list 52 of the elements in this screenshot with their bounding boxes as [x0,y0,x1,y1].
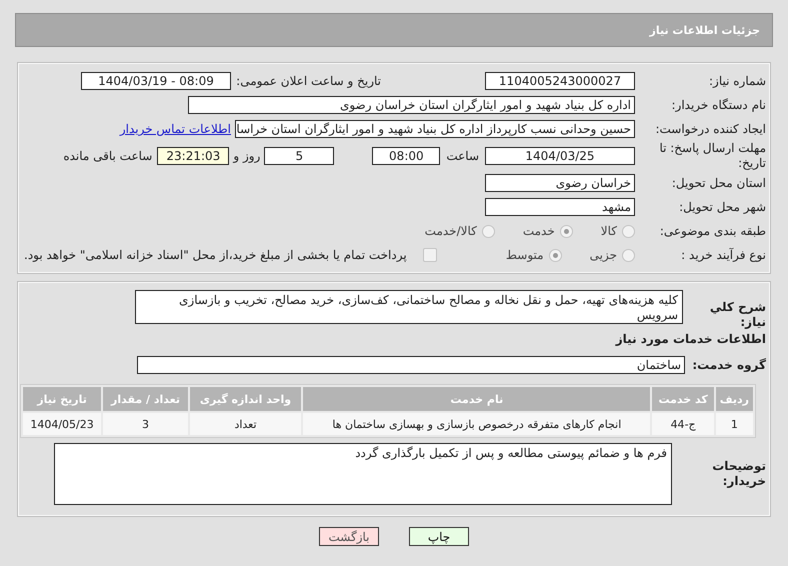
table-cell: 1404/05/23 [23,413,102,435]
column-header: کد خدمت [652,387,714,411]
deadline-date-field: 1404/03/25 [485,147,635,165]
page-title: جزئیات اطلاعات نیاز [15,13,773,47]
section-heading: اطلاعات خدمات مورد نیاز [614,332,767,346]
column-header: ردیف [716,387,753,411]
column-header: نام خدمت [303,387,650,411]
back-button[interactable]: بازگشت [319,527,379,546]
city-field: مشهد [485,198,635,216]
table-cell: 3 [103,413,188,435]
service-group-field: ساختمان [137,356,685,374]
remaining-time-field: 23:21:03 [157,147,230,165]
field-label: توضیحات خریدار: [711,459,767,489]
time-label: ساعت [446,149,479,163]
contact-link[interactable]: اطلاعات تماس خریدار [120,122,231,136]
field-label: گروه خدمت: [691,358,767,372]
column-header: واحد اندازه گیری [190,387,302,411]
field-label: نام دستگاه خریدار: [670,98,767,112]
province-field: خراسان رضوی [485,174,635,192]
description-box: کلیه هزینه‌های تهیه، حمل و نقل نخاله و مصالح ساختمانی، کف‌سازی، خرید مصالح، تخریب و بازسازی سرویس [135,290,683,324]
field-label: مهلت ارسال پاسخ: تا تاریخ: [658,141,767,171]
days-label: روز و [233,149,260,163]
column-header: تعداد / مقدار [103,387,188,411]
field-label: ایجاد کننده درخواست: [654,122,767,136]
field-label: شماره نیاز: [708,74,767,88]
buyer-notes-box: فرم ها و ضمائم پیوستی مطالعه و پس از تکمیل بارگذاری گردد [54,443,672,505]
category-radio[interactable]: خدمت [522,224,573,238]
remaining-label: ساعت باقی مانده [63,149,152,163]
category-radio[interactable]: کالا/خدمت [424,224,495,238]
need-number-field: 1104005243000027 [485,72,635,90]
field-label: شهر محل تحویل: [678,200,767,214]
table-cell: ج-44 [652,413,714,435]
field-label: تاریخ و ساعت اعلان عمومی: [235,74,382,88]
print-button[interactable]: چاپ [409,527,469,546]
deadline-time-field: 08:00 [372,147,440,165]
field-label: نوع فرآیند خرید : [680,248,767,262]
requester-field: حسین وحدانی نسب کارپرداز اداره کل بنیاد شهید و امور ایثارگران استان خراسا [235,120,635,138]
category-radio[interactable]: کالا [600,224,635,238]
table-cell: انجام کارهای متفرقه درخصوص بازسازی و بهسازی ساختمان ها [303,413,650,435]
payment-checkbox[interactable] [422,248,437,262]
purchase-type-radio[interactable]: متوسط [506,248,562,262]
column-header: تاریخ نیاز [23,387,102,411]
buyer-org-field: اداره کل بنیاد شهید و امور ایثارگران استان خراسان رضوی [188,96,635,114]
payment-note: پرداخت تمام یا بخشی از مبلغ خرید،از محل "اسناد خزانه اسلامی" خواهد بود. [24,248,407,262]
field-label: شرح کلي نياز: [708,299,767,330]
table-cell: تعداد [190,413,302,435]
field-label: طبقه بندی موضوعی: [658,224,767,238]
table-cell: 1 [716,413,753,435]
days-field: 5 [264,147,334,165]
purchase-type-radio[interactable]: جزیی [590,248,635,262]
field-label: استان محل تحویل: [670,176,767,190]
announce-date-field: 1404/03/19 - 08:09 [81,72,231,90]
